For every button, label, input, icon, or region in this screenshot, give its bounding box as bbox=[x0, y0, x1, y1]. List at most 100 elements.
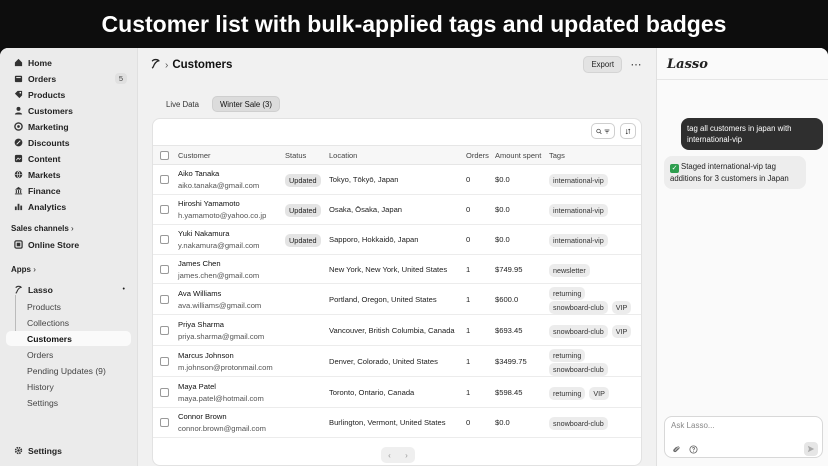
table-row[interactable]: Marcus Johnson m.johnson@protonmail.com De… bbox=[153, 346, 641, 377]
tag-chip[interactable]: international-vip bbox=[549, 204, 608, 217]
select-all-checkbox[interactable] bbox=[160, 151, 169, 160]
attachment-icon[interactable] bbox=[672, 445, 681, 454]
row-checkbox[interactable] bbox=[160, 356, 169, 366]
sidebar-item-analytics[interactable]: Analytics bbox=[6, 199, 131, 214]
marketing-icon bbox=[11, 120, 25, 134]
table-row[interactable]: Connor Brown connor.brown@gmail.com Burlin… bbox=[153, 408, 641, 438]
next-page-icon[interactable]: › bbox=[405, 451, 408, 460]
sidebar-item-lasso[interactable]: Lasso • bbox=[6, 282, 131, 297]
tag-chip[interactable]: snowboard-club bbox=[549, 300, 608, 314]
sidebar-item-home[interactable]: Home bbox=[6, 55, 131, 70]
sidebar-item-online-store[interactable]: Online Store bbox=[6, 237, 131, 252]
row-checkbox[interactable] bbox=[160, 175, 169, 184]
sidebar-item-label: Settings bbox=[28, 445, 62, 456]
tag-chip[interactable]: VIP bbox=[611, 300, 632, 314]
row-checkbox[interactable] bbox=[160, 294, 169, 304]
tag-chip[interactable]: international-vip bbox=[549, 234, 608, 247]
customer-name[interactable]: Connor Brown bbox=[178, 412, 227, 421]
row-checkbox[interactable] bbox=[160, 205, 169, 214]
store-icon bbox=[11, 238, 25, 252]
tag-chip[interactable]: returning bbox=[549, 286, 586, 300]
customer-name[interactable]: James Chen bbox=[178, 259, 221, 268]
tag-chip[interactable]: VIP bbox=[611, 324, 632, 338]
search-icon bbox=[596, 128, 602, 134]
table-row[interactable]: James Chen james.chen@gmail.com New York, … bbox=[153, 255, 641, 284]
table-header: Customer Status Location Orders Amount s… bbox=[153, 145, 641, 165]
table-row[interactable]: Hiroshi Yamamoto h.yamamoto@yahoo.co.jp Up… bbox=[153, 195, 641, 225]
lasso-sub-collections[interactable]: Collections bbox=[6, 315, 131, 330]
sidebar-item-settings[interactable]: Settings bbox=[6, 443, 131, 458]
tag-chip[interactable]: international-vip bbox=[549, 174, 608, 187]
row-checkbox[interactable] bbox=[160, 387, 169, 397]
table-row[interactable]: Aiko Tanaka aiko.tanaka@gmail.com Updated T… bbox=[153, 165, 641, 195]
table-row[interactable]: Maya Patel maya.patel@hotmail.com Toronto,… bbox=[153, 377, 641, 408]
sidebar-item-finance[interactable]: Finance bbox=[6, 183, 131, 198]
chat-input[interactable] bbox=[671, 421, 811, 430]
tag-chip[interactable]: returning bbox=[549, 348, 586, 362]
search-filter-button[interactable] bbox=[591, 123, 615, 139]
sidebar-item-products[interactable]: Products bbox=[6, 87, 131, 102]
customer-name[interactable]: Maya Patel bbox=[178, 382, 216, 391]
tag-list: returning bbox=[549, 348, 589, 362]
customer-name[interactable]: Priya Sharma bbox=[178, 320, 224, 329]
tag-chip[interactable]: VIP bbox=[589, 386, 609, 400]
send-button[interactable] bbox=[804, 442, 818, 456]
tag-chip[interactable]: snowboard-club bbox=[549, 417, 608, 430]
customer-location: Portland, Oregon, United States bbox=[329, 294, 437, 304]
apps-heading[interactable]: Apps › bbox=[11, 265, 36, 274]
sidebar-item-orders[interactable]: Orders 5 bbox=[6, 71, 131, 86]
lasso-sub-products[interactable]: Products bbox=[6, 299, 131, 314]
column-header-orders[interactable]: Orders bbox=[466, 151, 489, 160]
row-checkbox[interactable] bbox=[160, 418, 169, 427]
lasso-sub-settings[interactable]: Settings bbox=[6, 395, 131, 410]
lasso-sub-orders[interactable]: Orders bbox=[6, 347, 131, 362]
column-header-amount[interactable]: Amount spent bbox=[495, 151, 541, 160]
tag-chip[interactable]: returning bbox=[549, 386, 586, 400]
tag-chip[interactable]: snowboard-club bbox=[549, 324, 608, 338]
row-checkbox[interactable] bbox=[160, 264, 169, 274]
row-checkbox[interactable] bbox=[160, 325, 169, 335]
customer-name[interactable]: Hiroshi Yamamoto bbox=[178, 199, 240, 208]
tag-list: snowboard-club VIP bbox=[549, 324, 635, 338]
sidebar-item-discounts[interactable]: Discounts bbox=[6, 135, 131, 150]
sidebar-item-label: Customers bbox=[28, 105, 73, 116]
sidebar-item-content[interactable]: Content bbox=[6, 151, 131, 166]
customer-name[interactable]: Ava Williams bbox=[178, 289, 221, 298]
table-row[interactable]: Ava Williams ava.williams@gmail.com Portla… bbox=[153, 284, 641, 315]
sidebar-item-customers[interactable]: Customers bbox=[6, 103, 131, 118]
sidebar-item-markets[interactable]: Markets bbox=[6, 167, 131, 182]
help-icon[interactable] bbox=[689, 445, 698, 454]
customer-amount-spent: $0.0 bbox=[495, 175, 510, 184]
customer-email: m.johnson@protonmail.com bbox=[178, 362, 273, 372]
table-row[interactable]: Priya Sharma priya.sharma@gmail.com Vancou… bbox=[153, 315, 641, 346]
user-message: tag all customers in japan with internat… bbox=[681, 118, 823, 150]
column-header-tags[interactable]: Tags bbox=[549, 151, 565, 160]
customer-name[interactable]: Marcus Johnson bbox=[178, 351, 234, 360]
tag-chip[interactable]: snowboard-club bbox=[549, 362, 608, 376]
globe-icon bbox=[11, 168, 25, 182]
tag-chip[interactable]: newsletter bbox=[549, 263, 590, 277]
sidebar-item-marketing[interactable]: Marketing bbox=[6, 119, 131, 134]
table-row[interactable]: Yuki Nakamura y.nakamura@gmail.com Updated… bbox=[153, 225, 641, 255]
customer-orders: 0 bbox=[466, 175, 471, 184]
sales-channels-heading[interactable]: Sales channels › bbox=[11, 224, 74, 233]
sort-button[interactable] bbox=[620, 123, 636, 139]
tab-live-data[interactable]: Live Data bbox=[159, 96, 206, 112]
filter-icon bbox=[604, 129, 610, 133]
tab-winter-sale[interactable]: Winter Sale (3) bbox=[211, 96, 280, 112]
lasso-sub-pending-updates[interactable]: Pending Updates (9) bbox=[6, 363, 131, 378]
row-checkbox[interactable] bbox=[160, 235, 169, 244]
export-button[interactable]: Export bbox=[583, 56, 622, 73]
column-header-customer[interactable]: Customer bbox=[178, 151, 211, 160]
tag-list: snowboard-club VIP bbox=[549, 300, 635, 314]
lasso-breadcrumb-icon[interactable] bbox=[150, 58, 161, 72]
customer-name[interactable]: Yuki Nakamura bbox=[178, 229, 230, 238]
lasso-chat-panel: Lasso tag all customers in japan with in… bbox=[656, 48, 828, 466]
lasso-sub-customers[interactable]: Customers bbox=[6, 331, 131, 346]
more-actions-icon[interactable]: ⋯ bbox=[628, 56, 644, 73]
customer-name[interactable]: Aiko Tanaka bbox=[178, 169, 219, 178]
column-header-status[interactable]: Status bbox=[285, 151, 306, 160]
previous-page-icon[interactable]: ‹ bbox=[388, 451, 391, 460]
column-header-location[interactable]: Location bbox=[329, 151, 357, 160]
lasso-sub-history[interactable]: History bbox=[6, 379, 131, 394]
